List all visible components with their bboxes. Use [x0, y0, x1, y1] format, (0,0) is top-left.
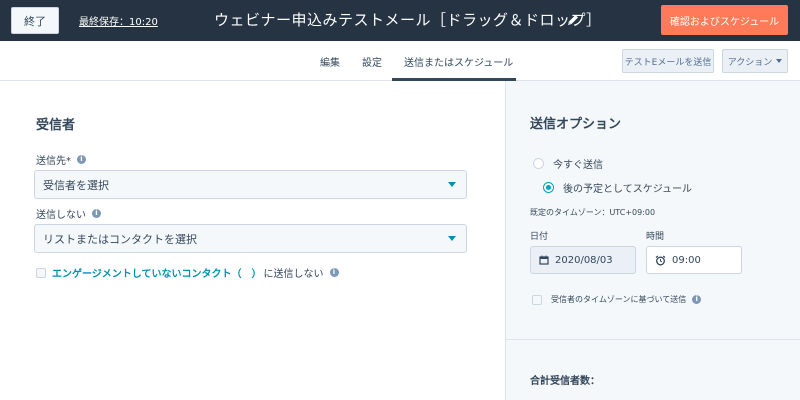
send-to-placeholder: 受信者を選択 — [43, 178, 109, 192]
divider — [506, 339, 800, 340]
total-recipients-label: 合計受信者数： — [530, 376, 600, 387]
default-timezone-text: 既定のタイムゾーン：UTC+09:00 — [530, 208, 656, 217]
tab-bar: 編集 設定 送信またはスケジュール テストEメールを送信 アクション — [0, 41, 800, 81]
radio-send-now[interactable]: 今すぐ送信 — [533, 156, 603, 171]
active-tab-indicator — [392, 78, 516, 81]
recipients-title: 受信者 — [36, 118, 76, 133]
actions-dropdown-button[interactable]: アクション — [722, 49, 788, 73]
info-icon[interactable]: i — [329, 268, 339, 277]
recipient-timezone-row: 受信者のタイムゾーンに基づいて送信 i — [532, 294, 702, 305]
date-label: 日付 — [530, 232, 549, 242]
unengaged-contacts-text: に送信しない — [263, 269, 324, 280]
review-and-schedule-button[interactable]: 確認およびスケジュール — [661, 5, 788, 35]
caret-down-icon — [448, 182, 456, 187]
time-value: 09:00 — [672, 254, 701, 266]
actions-button-label: アクション — [727, 57, 773, 68]
tab-edit[interactable]: 編集 — [320, 54, 340, 69]
unengaged-contacts-checkbox[interactable] — [36, 267, 46, 278]
send-to-label: 送信先* i — [36, 152, 86, 167]
recipient-timezone-checkbox[interactable] — [532, 294, 542, 305]
recipient-timezone-label: 受信者のタイムゾーンに基づいて送信 — [551, 295, 687, 304]
calendar-icon — [539, 255, 549, 265]
last-saved-link[interactable]: 最終保存：10:20 — [79, 13, 158, 28]
date-input[interactable]: 2020/08/03 — [530, 246, 636, 274]
time-label: 時間 — [646, 232, 665, 242]
top-header: 終了 最終保存：10:20 ウェビナー申込みテストメール［ドラッグ＆ドロップ］ … — [0, 0, 800, 41]
exit-button[interactable]: 終了 — [11, 7, 59, 34]
info-icon[interactable]: i — [77, 155, 86, 164]
caret-down-icon — [448, 236, 456, 241]
radio-schedule-later-label: 後の予定としてスケジュール — [563, 184, 692, 195]
dont-send-label: 送信しない i — [36, 206, 101, 221]
tab-settings[interactable]: 設定 — [362, 54, 382, 69]
radio-send-now-label: 今すぐ送信 — [553, 160, 603, 171]
info-icon[interactable]: i — [692, 295, 702, 304]
info-icon[interactable]: i — [92, 209, 101, 218]
send-test-email-button[interactable]: テストEメールを送信 — [622, 49, 714, 73]
radio-button-selected[interactable] — [543, 182, 554, 193]
time-input[interactable]: 09:00 — [646, 246, 742, 274]
email-title: ウェビナー申込みテストメール［ドラッグ＆ドロップ］ — [214, 11, 602, 29]
dont-send-placeholder: リストまたはコンタクトを選択 — [43, 232, 197, 246]
chevron-down-icon — [776, 59, 783, 63]
send-to-select[interactable]: 受信者を選択 — [34, 170, 467, 199]
unengaged-contacts-row: エンゲージメントしていないコンタクト（ ） に送信しない i — [36, 265, 339, 280]
date-value: 2020/08/03 — [555, 254, 613, 266]
radio-schedule-later[interactable]: 後の予定としてスケジュール — [543, 180, 692, 195]
send-options-title: 送信オプション — [530, 117, 622, 132]
send-options-panel: 送信オプション 今すぐ送信 後の予定としてスケジュール 既定のタイムゾーン：UT… — [505, 81, 800, 400]
pencil-icon[interactable] — [566, 13, 580, 27]
dont-send-select[interactable]: リストまたはコンタクトを選択 — [34, 224, 467, 253]
unengaged-contacts-link[interactable]: エンゲージメントしていないコンタクト（ ） — [52, 265, 262, 280]
send-to-label-text: 送信先* — [36, 156, 71, 167]
alarm-clock-icon — [655, 255, 666, 265]
dont-send-label-text: 送信しない — [36, 210, 86, 221]
tab-send-or-schedule[interactable]: 送信またはスケジュール — [404, 54, 513, 69]
radio-button[interactable] — [533, 158, 544, 169]
